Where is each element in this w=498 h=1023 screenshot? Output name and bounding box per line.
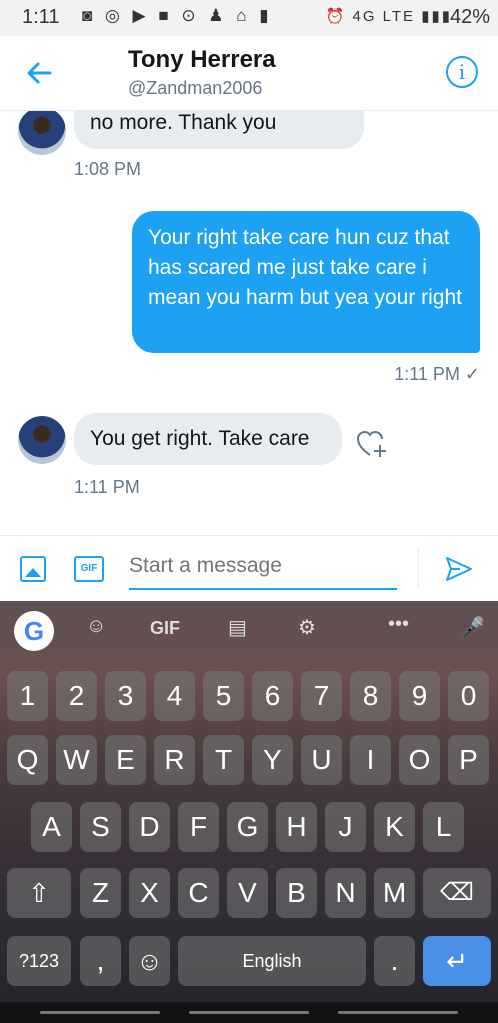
message-bubble-received[interactable]: You get right. Take care bbox=[74, 413, 342, 465]
key-t[interactable]: T bbox=[203, 735, 244, 785]
message-timestamp: 1:11 PM ✓ bbox=[394, 364, 480, 384]
key-7[interactable]: 7 bbox=[301, 671, 342, 721]
key-d[interactable]: D bbox=[129, 802, 170, 852]
message-input[interactable] bbox=[129, 544, 397, 590]
key-s[interactable]: S bbox=[80, 802, 121, 852]
key-1[interactable]: 1 bbox=[7, 671, 48, 721]
keyboard-gif-button[interactable]: GIF bbox=[150, 618, 180, 639]
message-bubble-sent[interactable]: Your right take care hun cuz that has sc… bbox=[132, 211, 480, 353]
gif-button[interactable]: GIF bbox=[74, 556, 104, 582]
period-key[interactable]: . bbox=[374, 936, 415, 986]
navigation-bar bbox=[0, 1002, 498, 1023]
key-q[interactable]: Q bbox=[7, 735, 48, 785]
key-w[interactable]: W bbox=[56, 735, 97, 785]
message-bubble-received[interactable]: no more. Thank you bbox=[74, 111, 364, 149]
composer-divider bbox=[418, 548, 419, 588]
key-p[interactable]: P bbox=[448, 735, 489, 785]
google-logo-icon[interactable]: G bbox=[14, 611, 54, 651]
key-u[interactable]: U bbox=[301, 735, 342, 785]
comma-key[interactable]: , bbox=[80, 936, 121, 986]
key-0[interactable]: 0 bbox=[448, 671, 489, 721]
notification-icons: ◙ ◎ ▶ ■ ⊙ ♟ ⌂ ▮ bbox=[82, 6, 273, 25]
message-composer: GIF bbox=[0, 535, 498, 602]
avatar[interactable] bbox=[18, 111, 66, 155]
clipboard-icon[interactable]: ▤ bbox=[228, 615, 247, 640]
message-thread[interactable]: no more. Thank you 1:08 PM Your right ta… bbox=[0, 111, 498, 535]
more-icon[interactable]: ••• bbox=[388, 613, 409, 636]
key-9[interactable]: 9 bbox=[399, 671, 440, 721]
key-z[interactable]: Z bbox=[80, 868, 121, 918]
key-g[interactable]: G bbox=[227, 802, 268, 852]
symbols-key[interactable]: ?123 bbox=[7, 936, 71, 986]
enter-key[interactable]: ↵ bbox=[423, 936, 491, 986]
contact-handle[interactable]: @Zandman2006 bbox=[128, 78, 262, 99]
message-text: You get right. Take care bbox=[90, 427, 310, 450]
key-a[interactable]: A bbox=[31, 802, 72, 852]
key-v[interactable]: V bbox=[227, 868, 268, 918]
key-o[interactable]: O bbox=[399, 735, 440, 785]
signal-icons: ⏰ 4G LTE ▮▮▮ bbox=[325, 8, 452, 25]
key-b[interactable]: B bbox=[276, 868, 317, 918]
space-key[interactable]: English bbox=[178, 936, 366, 986]
message-text: Your right take care hun cuz that has sc… bbox=[148, 226, 462, 309]
shift-key[interactable]: ⇧ bbox=[7, 868, 71, 918]
key-l[interactable]: L bbox=[423, 802, 464, 852]
status-bar: 1:11 ◙ ◎ ▶ ■ ⊙ ♟ ⌂ ▮ ⏰ 4G LTE ▮▮▮ 42% bbox=[0, 0, 498, 36]
key-r[interactable]: R bbox=[154, 735, 195, 785]
key-x[interactable]: X bbox=[129, 868, 170, 918]
message-timestamp: 1:08 PM bbox=[74, 159, 142, 179]
emoji-icon[interactable]: ☺ bbox=[129, 936, 170, 986]
image-upload-icon[interactable] bbox=[20, 556, 46, 582]
key-3[interactable]: 3 bbox=[105, 671, 146, 721]
back-arrow-icon[interactable] bbox=[22, 56, 56, 90]
key-f[interactable]: F bbox=[178, 802, 219, 852]
keyboard: G ☺ GIF ▤ ⚙ ••• 🎤 1 2 3 4 5 6 7 8 9 0 Q … bbox=[0, 601, 498, 1023]
backspace-key[interactable]: ⌫ bbox=[423, 868, 491, 918]
sticker-icon[interactable]: ☺ bbox=[86, 615, 106, 638]
key-8[interactable]: 8 bbox=[350, 671, 391, 721]
keyboard-toolbar: G ☺ GIF ▤ ⚙ ••• 🎤 bbox=[0, 601, 498, 659]
key-5[interactable]: 5 bbox=[203, 671, 244, 721]
send-icon[interactable] bbox=[444, 554, 474, 584]
key-4[interactable]: 4 bbox=[154, 671, 195, 721]
key-2[interactable]: 2 bbox=[56, 671, 97, 721]
key-i[interactable]: I bbox=[350, 735, 391, 785]
nav-handle[interactable] bbox=[338, 1011, 458, 1014]
key-j[interactable]: J bbox=[325, 802, 366, 852]
key-m[interactable]: M bbox=[374, 868, 415, 918]
key-c[interactable]: C bbox=[178, 868, 219, 918]
info-icon[interactable]: i bbox=[446, 56, 478, 88]
message-timestamp: 1:11 PM bbox=[74, 477, 140, 497]
gear-icon[interactable]: ⚙ bbox=[298, 615, 316, 640]
status-time: 1:11 bbox=[22, 6, 60, 28]
key-e[interactable]: E bbox=[105, 735, 146, 785]
contact-name[interactable]: Tony Herrera bbox=[128, 46, 276, 74]
conversation-header: Tony Herrera @Zandman2006 i bbox=[0, 36, 498, 111]
battery-level: 42% bbox=[449, 6, 490, 28]
key-n[interactable]: N bbox=[325, 868, 366, 918]
microphone-icon[interactable]: 🎤 bbox=[460, 615, 485, 640]
key-k[interactable]: K bbox=[374, 802, 415, 852]
key-6[interactable]: 6 bbox=[252, 671, 293, 721]
like-add-icon[interactable] bbox=[356, 429, 388, 466]
message-text: no more. Thank you bbox=[90, 111, 277, 134]
key-y[interactable]: Y bbox=[252, 735, 293, 785]
nav-handle[interactable] bbox=[40, 1011, 160, 1014]
key-h[interactable]: H bbox=[276, 802, 317, 852]
avatar[interactable] bbox=[18, 416, 66, 464]
nav-handle[interactable] bbox=[189, 1011, 309, 1014]
